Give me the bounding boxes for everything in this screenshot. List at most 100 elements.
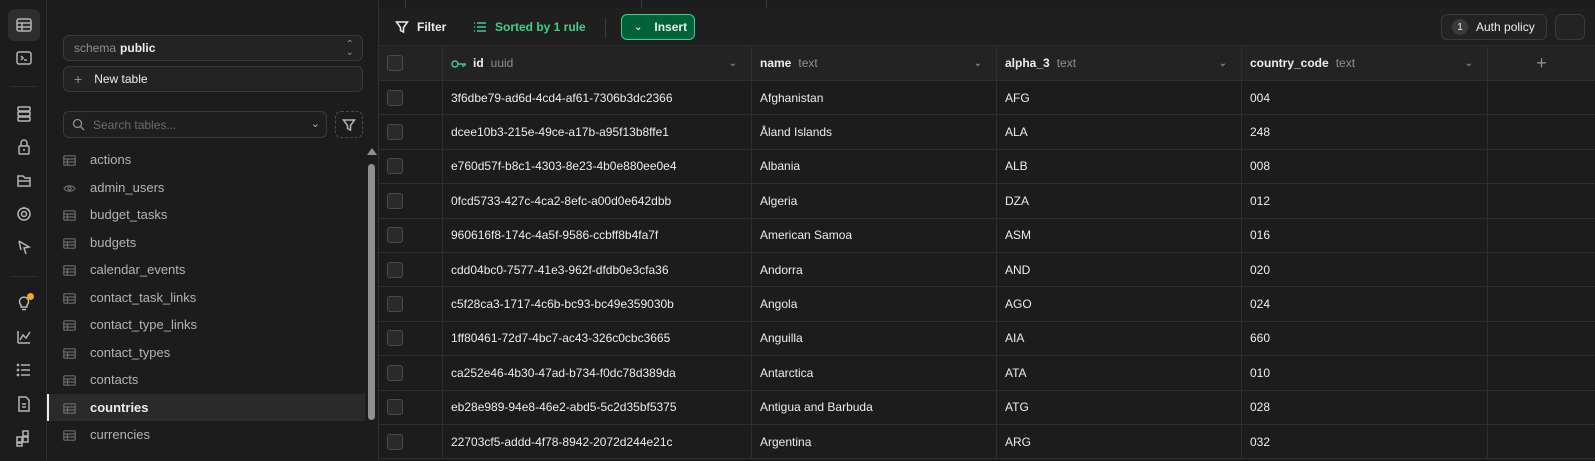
column-header-country-code[interactable]: country_code text ⌄: [1242, 46, 1488, 80]
table-row[interactable]: 0fcd5733-427c-4ca2-8efc-a00d0e642dbb Alge…: [379, 184, 1595, 219]
reports-icon[interactable]: [8, 321, 40, 353]
sidebar-table-item[interactable]: currencies: [47, 421, 365, 449]
cell-alpha-3[interactable]: ALB: [997, 149, 1242, 184]
cell-country-code[interactable]: 004: [1242, 81, 1488, 115]
cell-name[interactable]: Andorra: [752, 252, 997, 287]
chevron-down-icon[interactable]: ⌄: [1219, 58, 1227, 69]
table-row[interactable]: dcee10b3-215e-49ce-a17b-a95f13b8ffe1 Ålan…: [379, 115, 1595, 150]
cell-name[interactable]: Åland Islands: [752, 115, 997, 149]
cell-alpha-3[interactable]: DZA: [997, 184, 1242, 218]
column-header-alpha-3[interactable]: alpha_3 text ⌄: [997, 46, 1242, 80]
cell-id[interactable]: 22703cf5-addd-4f78-8942-2072d244e21c: [443, 424, 752, 459]
sidebar-table-item[interactable]: contact_type_links: [47, 311, 365, 339]
filter-button[interactable]: Filter: [395, 14, 446, 40]
cell-country-code[interactable]: 016: [1242, 218, 1488, 252]
cell-country-code[interactable]: 248: [1242, 115, 1488, 149]
scroll-thumb[interactable]: [368, 164, 375, 420]
row-checkbox[interactable]: [387, 364, 403, 381]
toolbar-more-button[interactable]: [1555, 14, 1585, 40]
cell-alpha-3[interactable]: ATG: [997, 390, 1242, 424]
storage-icon[interactable]: [8, 164, 40, 196]
scroll-up-arrow[interactable]: [367, 148, 377, 155]
cell-name[interactable]: Angola: [752, 287, 997, 321]
cell-name[interactable]: American Samoa: [752, 218, 997, 252]
row-checkbox[interactable]: [387, 89, 403, 106]
column-header-id[interactable]: id uuid ⌄: [443, 46, 752, 80]
search-tables-input[interactable]: [93, 117, 293, 132]
cell-alpha-3[interactable]: AND: [997, 252, 1242, 287]
cell-id[interactable]: e760d57f-b8c1-4303-8e23-4b0e880ee0e4: [443, 149, 752, 184]
row-checkbox[interactable]: [387, 124, 403, 141]
cell-id[interactable]: eb28e989-94e8-46e2-abd5-5c2d35bf5375: [443, 390, 752, 424]
sidebar-table-item[interactable]: actions: [47, 146, 365, 174]
auth-policy-button[interactable]: 1 Auth policy: [1441, 14, 1547, 40]
database-icon[interactable]: [8, 98, 40, 130]
cell-name[interactable]: Antarctica: [752, 356, 997, 390]
sidebar-table-item[interactable]: contact_task_links: [47, 284, 365, 312]
auth-icon[interactable]: [8, 131, 40, 163]
table-editor-icon[interactable]: [8, 9, 40, 41]
integrations-icon[interactable]: [8, 422, 40, 454]
add-column-button[interactable]: +: [1488, 46, 1595, 80]
sql-editor-icon[interactable]: [8, 42, 40, 74]
new-table-button[interactable]: + New table: [63, 66, 363, 92]
cell-alpha-3[interactable]: AGO: [997, 287, 1242, 321]
row-checkbox[interactable]: [387, 227, 403, 244]
column-header-name[interactable]: name text ⌄: [752, 46, 997, 80]
table-row[interactable]: 22703cf5-addd-4f78-8942-2072d244e21c Arge…: [379, 424, 1595, 460]
cell-alpha-3[interactable]: ALA: [997, 115, 1242, 149]
table-row[interactable]: 3f6dbe79-ad6d-4cd4-af61-7306b3dc2366 Afgh…: [379, 81, 1595, 116]
chevron-down-icon[interactable]: ⌄: [729, 58, 737, 69]
row-checkbox[interactable]: [387, 399, 403, 416]
chevron-double-down-icon[interactable]: ⌄: [311, 117, 320, 130]
cell-country-code[interactable]: 010: [1242, 356, 1488, 390]
cell-id[interactable]: cdd04bc0-7577-41e3-962f-dfdb0e3cfa36: [443, 252, 752, 287]
cell-id[interactable]: 960616f8-174c-4a5f-9586-ccbff8b4fa7f: [443, 218, 752, 252]
cell-country-code[interactable]: 028: [1242, 390, 1488, 424]
row-checkbox[interactable]: [387, 158, 403, 175]
row-checkbox[interactable]: [387, 261, 403, 278]
table-row[interactable]: cdd04bc0-7577-41e3-962f-dfdb0e3cfa36 Ando…: [379, 252, 1595, 288]
cell-alpha-3[interactable]: ATA: [997, 356, 1242, 390]
chevron-down-icon[interactable]: ⌄: [974, 58, 982, 69]
cell-country-code[interactable]: 024: [1242, 287, 1488, 321]
cell-name[interactable]: Afghanistan: [752, 81, 997, 115]
cell-country-code[interactable]: 020: [1242, 252, 1488, 287]
sort-button[interactable]: Sorted by 1 rule: [473, 14, 586, 40]
row-checkbox[interactable]: [387, 330, 403, 347]
cell-id[interactable]: c5f28ca3-1717-4c6b-bc93-bc49e359030b: [443, 287, 752, 321]
sidebar-table-item[interactable]: budget_tasks: [47, 201, 365, 229]
table-row[interactable]: c5f28ca3-1717-4c6b-bc93-bc49e359030b Ango…: [379, 287, 1595, 322]
advisors-icon[interactable]: [8, 287, 40, 319]
table-row[interactable]: eb28e989-94e8-46e2-abd5-5c2d35bf5375 Anti…: [379, 390, 1595, 425]
schema-selector[interactable]: schema public ⌃ ⌄: [63, 35, 363, 61]
cell-id[interactable]: dcee10b3-215e-49ce-a17b-a95f13b8ffe1: [443, 115, 752, 149]
insert-button[interactable]: ⌄ Insert: [621, 14, 695, 40]
cell-country-code[interactable]: 012: [1242, 184, 1488, 218]
cell-alpha-3[interactable]: ASM: [997, 218, 1242, 252]
row-checkbox[interactable]: [387, 296, 403, 313]
cell-name[interactable]: Albania: [752, 149, 997, 184]
cell-name[interactable]: Antigua and Barbuda: [752, 390, 997, 424]
cell-name[interactable]: Argentina: [752, 424, 997, 459]
sidebar-table-item[interactable]: contacts: [47, 366, 365, 394]
sidebar-table-item[interactable]: countries: [47, 393, 365, 421]
cell-alpha-3[interactable]: ARG: [997, 424, 1242, 459]
cell-country-code[interactable]: 032: [1242, 424, 1488, 459]
cell-country-code[interactable]: 008: [1242, 149, 1488, 184]
edge-functions-icon[interactable]: [8, 231, 40, 263]
table-row[interactable]: ca252e46-4b30-47ad-b734-f0dc78d389da Anta…: [379, 356, 1595, 391]
cell-name[interactable]: Anguilla: [752, 321, 997, 356]
cell-id[interactable]: 1ff80461-72d7-4bc7-ac43-326c0cbc3665: [443, 321, 752, 356]
cell-id[interactable]: 3f6dbe79-ad6d-4cd4-af61-7306b3dc2366: [443, 81, 752, 115]
sidebar-table-item[interactable]: budgets: [47, 229, 365, 257]
cell-id[interactable]: ca252e46-4b30-47ad-b734-f0dc78d389da: [443, 356, 752, 390]
filter-tables-button[interactable]: [335, 111, 363, 138]
realtime-icon[interactable]: [8, 198, 40, 230]
cell-country-code[interactable]: 660: [1242, 321, 1488, 356]
select-all-checkbox[interactable]: [387, 55, 403, 71]
table-row[interactable]: 960616f8-174c-4a5f-9586-ccbff8b4fa7f Amer…: [379, 218, 1595, 253]
cell-alpha-3[interactable]: AFG: [997, 81, 1242, 115]
api-docs-icon[interactable]: [8, 388, 40, 420]
table-list-scrollbar[interactable]: [366, 146, 378, 461]
